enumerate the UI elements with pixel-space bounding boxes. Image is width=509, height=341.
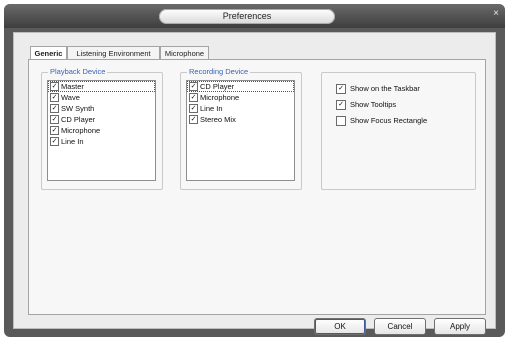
option-label: Show Focus Rectangle	[350, 116, 428, 125]
playback-device-checkbox[interactable]: ✓	[50, 104, 59, 113]
playback-device-item[interactable]: ✓ CD Player	[48, 114, 155, 125]
recording-device-label: Line In	[200, 104, 223, 113]
recording-device-label: Stereo Mix	[200, 115, 236, 124]
recording-device-item[interactable]: ✓ CD Player	[187, 81, 294, 92]
playback-device-label: CD Player	[61, 115, 96, 124]
playback-device-item[interactable]: ✓ Line In	[48, 136, 155, 147]
playback-device-label: Microphone	[61, 126, 101, 135]
recording-device-checkbox[interactable]: ✓	[189, 82, 198, 91]
playback-device-label: Master	[61, 82, 84, 91]
playback-device-checkbox[interactable]: ✓	[50, 126, 59, 135]
tab-listening-environment[interactable]: Listening Environment	[67, 46, 160, 59]
preferences-window: Preferences × Generic Listening Environm…	[4, 4, 505, 337]
playback-device-checkbox[interactable]: ✓	[50, 137, 59, 146]
tab-generic[interactable]: Generic	[30, 46, 67, 60]
recording-device-checkbox[interactable]: ✓	[189, 104, 198, 113]
option-show-focus-rectangle[interactable]: Show Focus Rectangle	[336, 115, 427, 126]
option-label: Show Tooltips	[350, 100, 397, 109]
option-show-on-the-taskbar[interactable]: ✓ Show on the Taskbar	[336, 83, 420, 94]
recording-device-label: Microphone	[200, 93, 240, 102]
playback-device-list[interactable]: ✓ Master ✓ Wave ✓ SW Synth ✓ CD Player ✓ Micropho…	[47, 80, 156, 181]
recording-device-item[interactable]: ✓ Stereo Mix	[187, 114, 294, 125]
playback-device-item[interactable]: ✓ Wave	[48, 92, 155, 103]
recording-device-item[interactable]: ✓ Line In	[187, 103, 294, 114]
recording-device-list[interactable]: ✓ CD Player ✓ Microphone ✓ Line In ✓ Stereo Mix	[186, 80, 295, 181]
option-checkbox[interactable]	[336, 115, 346, 126]
playback-device-label: Line In	[61, 137, 84, 146]
generic-tab-panel: Playback Device ✓ Master ✓ Wave ✓ SW Synth ✓ CD…	[28, 59, 486, 315]
recording-device-checkbox[interactable]: ✓	[189, 115, 198, 124]
playback-device-item[interactable]: ✓ SW Synth	[48, 103, 155, 114]
option-checkbox[interactable]: ✓	[336, 83, 346, 94]
recording-device-item[interactable]: ✓ Microphone	[187, 92, 294, 103]
recording-device-checkbox[interactable]: ✓	[189, 93, 198, 102]
tab-microphone[interactable]: Microphone	[160, 46, 209, 59]
option-label: Show on the Taskbar	[350, 84, 420, 93]
cancel-button[interactable]: Cancel	[374, 318, 426, 335]
recording-device-label: CD Player	[200, 82, 235, 91]
window-title: Preferences	[159, 9, 335, 24]
playback-device-checkbox[interactable]: ✓	[50, 82, 59, 91]
playback-device-group: Playback Device ✓ Master ✓ Wave ✓ SW Synth ✓ CD…	[41, 67, 163, 190]
option-show-tooltips[interactable]: ✓ Show Tooltips	[336, 99, 396, 110]
display-options-group: ✓ Show on the Taskbar ✓ Show Tooltips Show F…	[321, 72, 476, 190]
playback-device-label: Wave	[61, 93, 80, 102]
playback-device-checkbox[interactable]: ✓	[50, 93, 59, 102]
playback-device-label: SW Synth	[61, 104, 95, 113]
close-icon[interactable]: ×	[491, 9, 501, 19]
playback-device-legend: Playback Device	[48, 67, 108, 77]
apply-button[interactable]: Apply	[434, 318, 486, 335]
playback-device-item[interactable]: ✓ Master	[48, 81, 155, 92]
dialog-client-area: Generic Listening Environment Microphone…	[13, 32, 496, 335]
title-bar[interactable]: Preferences ×	[4, 4, 505, 28]
recording-device-group: Recording Device ✓ CD Player ✓ Microphone ✓ L…	[180, 67, 302, 190]
ok-button[interactable]: OK	[314, 318, 366, 335]
recording-device-legend: Recording Device	[187, 67, 251, 77]
playback-device-checkbox[interactable]: ✓	[50, 115, 59, 124]
option-checkbox[interactable]: ✓	[336, 99, 346, 110]
playback-device-item[interactable]: ✓ Microphone	[48, 125, 155, 136]
